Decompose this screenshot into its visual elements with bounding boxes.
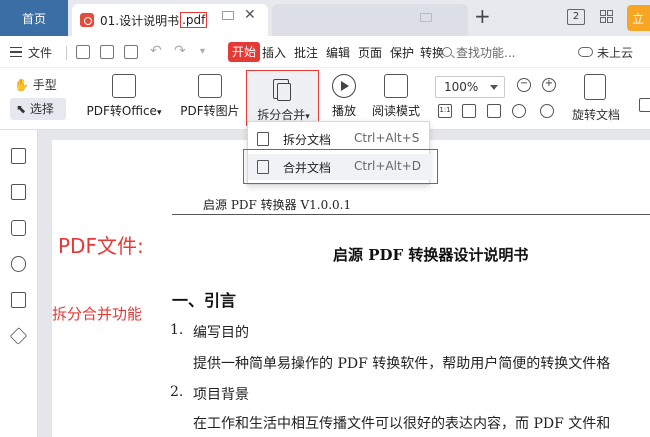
reading-mode-label: 阅读模式 [371, 104, 420, 118]
zoom-out-icon[interactable]: − [517, 78, 531, 92]
apps-grid-icon[interactable] [600, 10, 614, 24]
undo-icon[interactable]: ↶ [150, 43, 162, 59]
split-merge-label: 拆分合并 [257, 108, 306, 122]
image-icon [198, 74, 222, 98]
highlight-merge-outline [243, 149, 438, 184]
zoom-in-icon[interactable]: + [542, 78, 556, 92]
chevron-down-icon[interactable]: ▾ [200, 46, 205, 57]
doc-item-number: 2. [170, 384, 184, 400]
avatar-text: 立 [632, 11, 645, 26]
zoom-value: 100% [444, 80, 479, 94]
annotation-split-merge: 拆分合并功能 [52, 305, 143, 323]
split-merge-icon-back [277, 83, 291, 101]
pdf-to-office-label: PDF转Office [86, 104, 157, 118]
pdf-to-image-label: PDF转图片 [180, 104, 240, 118]
new-tab-button[interactable]: + [474, 6, 491, 26]
menu-insert[interactable]: 插入 [262, 44, 286, 61]
print-icon[interactable] [124, 45, 138, 59]
menu-start[interactable]: 开始 [228, 42, 261, 62]
hand-tool[interactable]: ✋ 手型 [14, 76, 57, 93]
tab-home-label: 首页 [21, 11, 46, 26]
rotate-right-icon[interactable] [540, 104, 554, 118]
word-doc-icon [112, 74, 136, 98]
close-icon[interactable]: ✕ [244, 8, 256, 22]
thumbnail-icon[interactable] [11, 184, 26, 200]
cursor-icon: ⬉ [16, 102, 27, 116]
search-icon[interactable] [442, 47, 452, 57]
more-tools-icon[interactable] [639, 98, 650, 112]
tab-document-title: 01.设计说明书 [100, 13, 180, 28]
menu-edit[interactable]: 编辑 [326, 44, 350, 61]
play-icon [332, 74, 356, 98]
monitor-icon [420, 13, 432, 22]
rotate-document-icon[interactable] [584, 74, 606, 100]
book-icon [384, 74, 408, 98]
redo-icon[interactable]: ↷ [174, 43, 186, 59]
chevron-down-icon [490, 85, 498, 90]
doc-header: 启源 PDF 转换器 V1.0.0.1 [203, 198, 352, 212]
menu-item-label: 拆分文档 [283, 133, 332, 147]
split-merge-button[interactable]: 拆分合并▾ [246, 70, 319, 126]
pdf-to-image-button[interactable]: PDF转图片 [178, 72, 242, 126]
divider [172, 214, 650, 215]
menu-page[interactable]: 页面 [358, 44, 382, 61]
tab-document-ext: .pdf [180, 12, 208, 28]
doc-title: 启源 PDF 转换器设计说明书 [333, 246, 529, 264]
tab-home[interactable]: 首页 [0, 0, 68, 36]
save-icon[interactable] [100, 45, 114, 59]
layers-icon[interactable] [9, 327, 28, 345]
hamburger-menu-icon[interactable] [10, 47, 22, 57]
doc-item-number: 1. [170, 322, 184, 338]
attachment-icon[interactable] [11, 256, 26, 272]
menu-convert[interactable]: 转换 [420, 44, 444, 61]
cloud-icon[interactable] [578, 47, 593, 57]
tab-bar: 首页 01.设计说明书 .pdf ✕ + 2 立 [0, 0, 650, 36]
signature-icon[interactable] [11, 292, 26, 308]
reading-mode-button[interactable]: 阅读模式 [368, 72, 424, 126]
hand-tool-label: 手型 [32, 78, 57, 92]
pdf-to-office-button[interactable]: PDF转Office▾ [86, 72, 162, 126]
bookmark-icon[interactable] [11, 148, 26, 164]
split-document-icon [257, 132, 269, 146]
menu-annotate[interactable]: 批注 [294, 44, 318, 61]
rotate-document-label[interactable]: 旋转文档 [572, 106, 620, 123]
fit-page-icon[interactable] [462, 104, 476, 118]
doc-section-heading: 一、引言 [172, 291, 237, 310]
search-input[interactable]: 查找功能... [456, 44, 515, 61]
tab-empty[interactable] [272, 4, 468, 36]
select-tool[interactable]: ⬉ 选择 [10, 98, 66, 120]
open-folder-icon[interactable] [76, 45, 90, 59]
play-button[interactable]: 播放 [326, 72, 362, 126]
monitor-icon[interactable] [222, 11, 234, 20]
doc-item-heading: 项目背景 [193, 387, 249, 403]
doc-item-heading: 编写目的 [193, 325, 249, 341]
fit-width-icon[interactable] [487, 104, 501, 118]
rotate-left-icon[interactable] [512, 104, 526, 118]
doc-paragraph: 在工作和生活中相互传播文件可以很好的表达内容，而 PDF 文件和 [193, 416, 611, 432]
menu-file[interactable]: 文件 [28, 44, 52, 61]
menu-protect[interactable]: 保护 [390, 44, 414, 61]
pdf-file-icon [80, 13, 94, 27]
play-label: 播放 [331, 104, 356, 118]
doc-paragraph: 提供一种简单易操作的 PDF 转换软件，帮助用户简便的转换文件格 [193, 356, 611, 372]
actual-size-icon[interactable]: 1:1 [438, 104, 452, 118]
window-count-icon[interactable]: 2 [567, 9, 585, 25]
select-tool-label: 选择 [29, 102, 54, 116]
cloud-status[interactable]: 未上云 [597, 44, 633, 61]
annotation-pdf-file: PDF文件: [58, 234, 144, 258]
tab-document[interactable]: 01.设计说明书 .pdf [72, 4, 268, 36]
avatar[interactable]: 立 [627, 5, 650, 31]
comment-icon[interactable] [11, 220, 26, 236]
zoom-select[interactable]: 100% [435, 76, 505, 98]
menu-item-shortcut: Ctrl+Alt+S [354, 131, 420, 145]
left-sidebar [0, 130, 38, 437]
divider [66, 46, 67, 60]
menu-bar: 文件 ↶ ↷ ▾ 开始 插入 批注 编辑 页面 保护 转换 查找功能... 未上… [0, 36, 650, 68]
